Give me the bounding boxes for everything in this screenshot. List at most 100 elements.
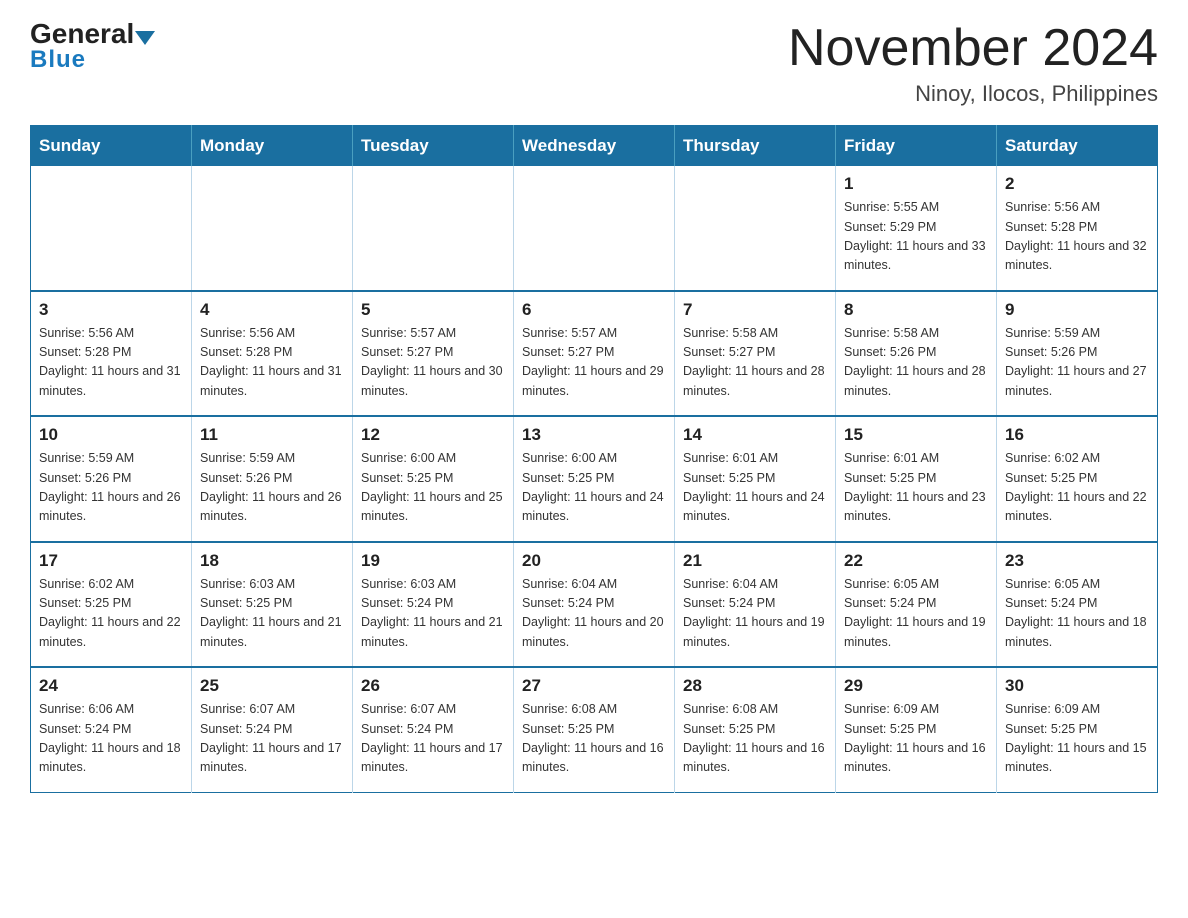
calendar-cell: 26 Sunrise: 6:07 AMSunset: 5:24 PMDayligh… xyxy=(353,667,514,792)
day-info: Sunrise: 6:02 AMSunset: 5:25 PMDaylight:… xyxy=(1005,449,1149,527)
day-number: 29 xyxy=(844,676,988,696)
day-info: Sunrise: 5:58 AMSunset: 5:26 PMDaylight:… xyxy=(844,324,988,402)
page-header: General Blue November 2024 Ninoy, Ilocos… xyxy=(30,20,1158,107)
calendar-cell: 7 Sunrise: 5:58 AMSunset: 5:27 PMDaylight… xyxy=(675,291,836,417)
title-area: November 2024 Ninoy, Ilocos, Philippines xyxy=(788,20,1158,107)
day-info: Sunrise: 6:05 AMSunset: 5:24 PMDaylight:… xyxy=(844,575,988,653)
weekday-header-row: SundayMondayTuesdayWednesdayThursdayFrid… xyxy=(31,126,1158,167)
calendar-header: SundayMondayTuesdayWednesdayThursdayFrid… xyxy=(31,126,1158,167)
day-number: 25 xyxy=(200,676,344,696)
day-info: Sunrise: 6:06 AMSunset: 5:24 PMDaylight:… xyxy=(39,700,183,778)
day-number: 23 xyxy=(1005,551,1149,571)
day-number: 14 xyxy=(683,425,827,445)
calendar-cell: 12 Sunrise: 6:00 AMSunset: 5:25 PMDayligh… xyxy=(353,416,514,542)
calendar-cell: 1 Sunrise: 5:55 AMSunset: 5:29 PMDaylight… xyxy=(836,166,997,291)
weekday-header-thursday: Thursday xyxy=(675,126,836,167)
day-info: Sunrise: 6:04 AMSunset: 5:24 PMDaylight:… xyxy=(522,575,666,653)
weekday-header-wednesday: Wednesday xyxy=(514,126,675,167)
location-title: Ninoy, Ilocos, Philippines xyxy=(788,81,1158,107)
day-info: Sunrise: 6:00 AMSunset: 5:25 PMDaylight:… xyxy=(361,449,505,527)
calendar-body: 1 Sunrise: 5:55 AMSunset: 5:29 PMDaylight… xyxy=(31,166,1158,792)
logo: General Blue xyxy=(30,20,155,74)
day-number: 16 xyxy=(1005,425,1149,445)
day-info: Sunrise: 6:07 AMSunset: 5:24 PMDaylight:… xyxy=(361,700,505,778)
calendar-cell: 30Sunrise: 6:09 AMSunset: 5:25 PMDayligh… xyxy=(997,667,1158,792)
calendar-row-2: 10 Sunrise: 5:59 AMSunset: 5:26 PMDayligh… xyxy=(31,416,1158,542)
calendar-cell xyxy=(192,166,353,291)
calendar-cell: 19 Sunrise: 6:03 AMSunset: 5:24 PMDayligh… xyxy=(353,542,514,668)
day-info: Sunrise: 6:01 AMSunset: 5:25 PMDaylight:… xyxy=(683,449,827,527)
calendar-cell: 15Sunrise: 6:01 AMSunset: 5:25 PMDayligh… xyxy=(836,416,997,542)
calendar-cell: 23 Sunrise: 6:05 AMSunset: 5:24 PMDayligh… xyxy=(997,542,1158,668)
day-number: 27 xyxy=(522,676,666,696)
day-info: Sunrise: 5:59 AMSunset: 5:26 PMDaylight:… xyxy=(200,449,344,527)
weekday-header-saturday: Saturday xyxy=(997,126,1158,167)
day-number: 17 xyxy=(39,551,183,571)
day-info: Sunrise: 5:57 AMSunset: 5:27 PMDaylight:… xyxy=(522,324,666,402)
day-info: Sunrise: 6:05 AMSunset: 5:24 PMDaylight:… xyxy=(1005,575,1149,653)
day-info: Sunrise: 6:09 AMSunset: 5:25 PMDaylight:… xyxy=(844,700,988,778)
calendar-cell xyxy=(31,166,192,291)
weekday-header-friday: Friday xyxy=(836,126,997,167)
weekday-header-sunday: Sunday xyxy=(31,126,192,167)
calendar-cell: 4 Sunrise: 5:56 AMSunset: 5:28 PMDaylight… xyxy=(192,291,353,417)
day-number: 26 xyxy=(361,676,505,696)
day-info: Sunrise: 5:55 AMSunset: 5:29 PMDaylight:… xyxy=(844,198,988,276)
day-number: 21 xyxy=(683,551,827,571)
calendar-row-1: 3 Sunrise: 5:56 AMSunset: 5:28 PMDaylight… xyxy=(31,291,1158,417)
day-number: 4 xyxy=(200,300,344,320)
day-info: Sunrise: 5:59 AMSunset: 5:26 PMDaylight:… xyxy=(39,449,183,527)
day-number: 18 xyxy=(200,551,344,571)
calendar-row-0: 1 Sunrise: 5:55 AMSunset: 5:29 PMDaylight… xyxy=(31,166,1158,291)
day-number: 3 xyxy=(39,300,183,320)
calendar-cell: 5Sunrise: 5:57 AMSunset: 5:27 PMDaylight… xyxy=(353,291,514,417)
day-number: 7 xyxy=(683,300,827,320)
calendar-cell: 22 Sunrise: 6:05 AMSunset: 5:24 PMDayligh… xyxy=(836,542,997,668)
calendar-cell: 14 Sunrise: 6:01 AMSunset: 5:25 PMDayligh… xyxy=(675,416,836,542)
calendar-cell: 6 Sunrise: 5:57 AMSunset: 5:27 PMDaylight… xyxy=(514,291,675,417)
day-number: 20 xyxy=(522,551,666,571)
day-number: 11 xyxy=(200,425,344,445)
logo-name: General xyxy=(30,20,155,48)
day-number: 2 xyxy=(1005,174,1149,194)
day-info: Sunrise: 6:08 AMSunset: 5:25 PMDaylight:… xyxy=(522,700,666,778)
calendar-cell: 16 Sunrise: 6:02 AMSunset: 5:25 PMDayligh… xyxy=(997,416,1158,542)
weekday-header-monday: Monday xyxy=(192,126,353,167)
day-info: Sunrise: 5:58 AMSunset: 5:27 PMDaylight:… xyxy=(683,324,827,402)
day-info: Sunrise: 6:04 AMSunset: 5:24 PMDaylight:… xyxy=(683,575,827,653)
calendar-cell: 18 Sunrise: 6:03 AMSunset: 5:25 PMDayligh… xyxy=(192,542,353,668)
day-number: 22 xyxy=(844,551,988,571)
day-info: Sunrise: 5:56 AMSunset: 5:28 PMDaylight:… xyxy=(39,324,183,402)
calendar-cell: 24 Sunrise: 6:06 AMSunset: 5:24 PMDayligh… xyxy=(31,667,192,792)
calendar-row-4: 24 Sunrise: 6:06 AMSunset: 5:24 PMDayligh… xyxy=(31,667,1158,792)
day-info: Sunrise: 6:03 AMSunset: 5:24 PMDaylight:… xyxy=(361,575,505,653)
calendar-cell: 25Sunrise: 6:07 AMSunset: 5:24 PMDayligh… xyxy=(192,667,353,792)
day-number: 24 xyxy=(39,676,183,696)
calendar-cell: 10 Sunrise: 5:59 AMSunset: 5:26 PMDayligh… xyxy=(31,416,192,542)
logo-blue: Blue xyxy=(30,46,86,74)
day-number: 9 xyxy=(1005,300,1149,320)
day-info: Sunrise: 5:59 AMSunset: 5:26 PMDaylight:… xyxy=(1005,324,1149,402)
day-info: Sunrise: 6:03 AMSunset: 5:25 PMDaylight:… xyxy=(200,575,344,653)
day-number: 12 xyxy=(361,425,505,445)
calendar-cell: 13Sunrise: 6:00 AMSunset: 5:25 PMDayligh… xyxy=(514,416,675,542)
weekday-header-tuesday: Tuesday xyxy=(353,126,514,167)
day-info: Sunrise: 5:56 AMSunset: 5:28 PMDaylight:… xyxy=(200,324,344,402)
calendar-row-3: 17Sunrise: 6:02 AMSunset: 5:25 PMDayligh… xyxy=(31,542,1158,668)
month-title: November 2024 xyxy=(788,20,1158,77)
calendar-cell xyxy=(514,166,675,291)
day-number: 10 xyxy=(39,425,183,445)
calendar-cell: 3 Sunrise: 5:56 AMSunset: 5:28 PMDaylight… xyxy=(31,291,192,417)
day-number: 19 xyxy=(361,551,505,571)
day-number: 28 xyxy=(683,676,827,696)
day-number: 6 xyxy=(522,300,666,320)
calendar-table: SundayMondayTuesdayWednesdayThursdayFrid… xyxy=(30,125,1158,793)
day-number: 1 xyxy=(844,174,988,194)
calendar-cell: 8 Sunrise: 5:58 AMSunset: 5:26 PMDaylight… xyxy=(836,291,997,417)
day-info: Sunrise: 6:08 AMSunset: 5:25 PMDaylight:… xyxy=(683,700,827,778)
day-info: Sunrise: 5:57 AMSunset: 5:27 PMDaylight:… xyxy=(361,324,505,402)
day-info: Sunrise: 6:09 AMSunset: 5:25 PMDaylight:… xyxy=(1005,700,1149,778)
day-number: 8 xyxy=(844,300,988,320)
day-number: 13 xyxy=(522,425,666,445)
calendar-cell: 27 Sunrise: 6:08 AMSunset: 5:25 PMDayligh… xyxy=(514,667,675,792)
